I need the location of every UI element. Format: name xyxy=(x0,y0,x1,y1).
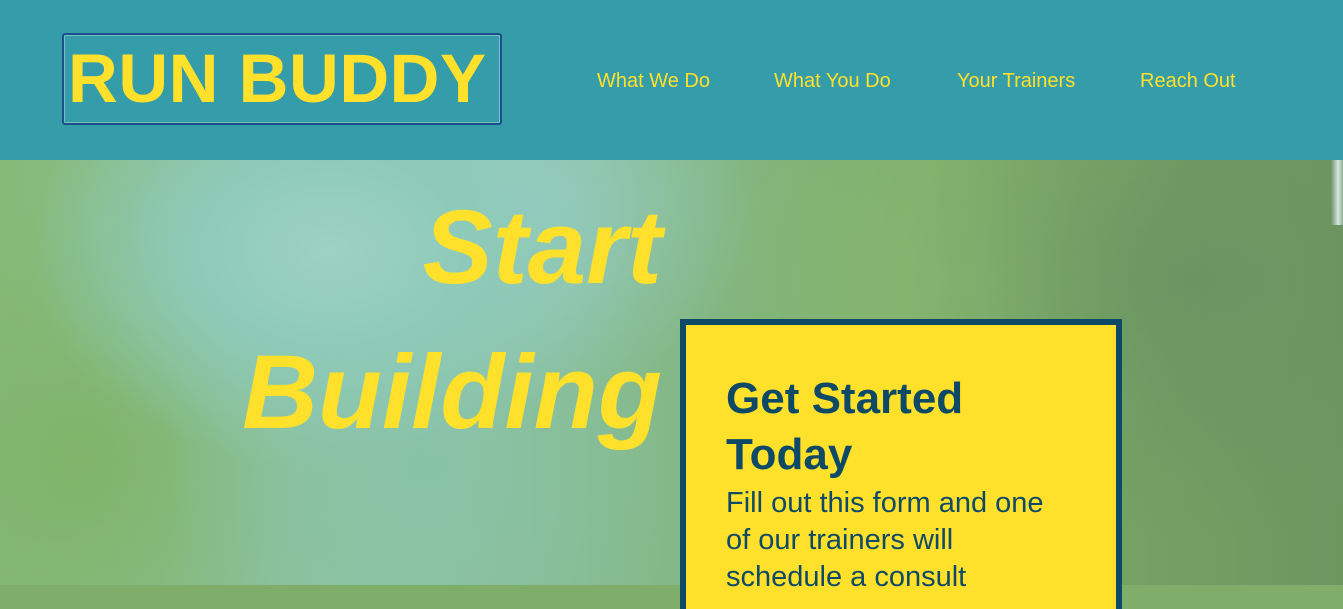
signup-card-body: Get Started Today Fill out this form and… xyxy=(686,325,1116,609)
nav-link-what-you-do[interactable]: What You Do xyxy=(774,70,891,93)
hero-title-line-2: Building xyxy=(242,334,662,451)
hero-title-line-1: Start xyxy=(422,189,662,306)
signup-card: Get Started Today Fill out this form and… xyxy=(680,319,1122,609)
nav-link-what-we-do[interactable]: What We Do xyxy=(597,70,710,93)
nav-link-your-trainers[interactable]: Your Trainers xyxy=(957,70,1075,93)
hero-title: Start Building xyxy=(0,175,662,465)
site-header: RUN BUDDY What We Do What You Do Your Tr… xyxy=(0,0,1343,160)
signup-card-text: Fill out this form and one of our traine… xyxy=(726,487,1044,593)
signup-card-title: Get Started Today xyxy=(726,374,964,479)
hero-image-edge xyxy=(1331,160,1343,225)
logo-link[interactable]: RUN BUDDY xyxy=(62,33,502,125)
nav-link-reach-out[interactable]: Reach Out xyxy=(1140,70,1236,93)
logo-text: RUN BUDDY xyxy=(68,40,487,117)
